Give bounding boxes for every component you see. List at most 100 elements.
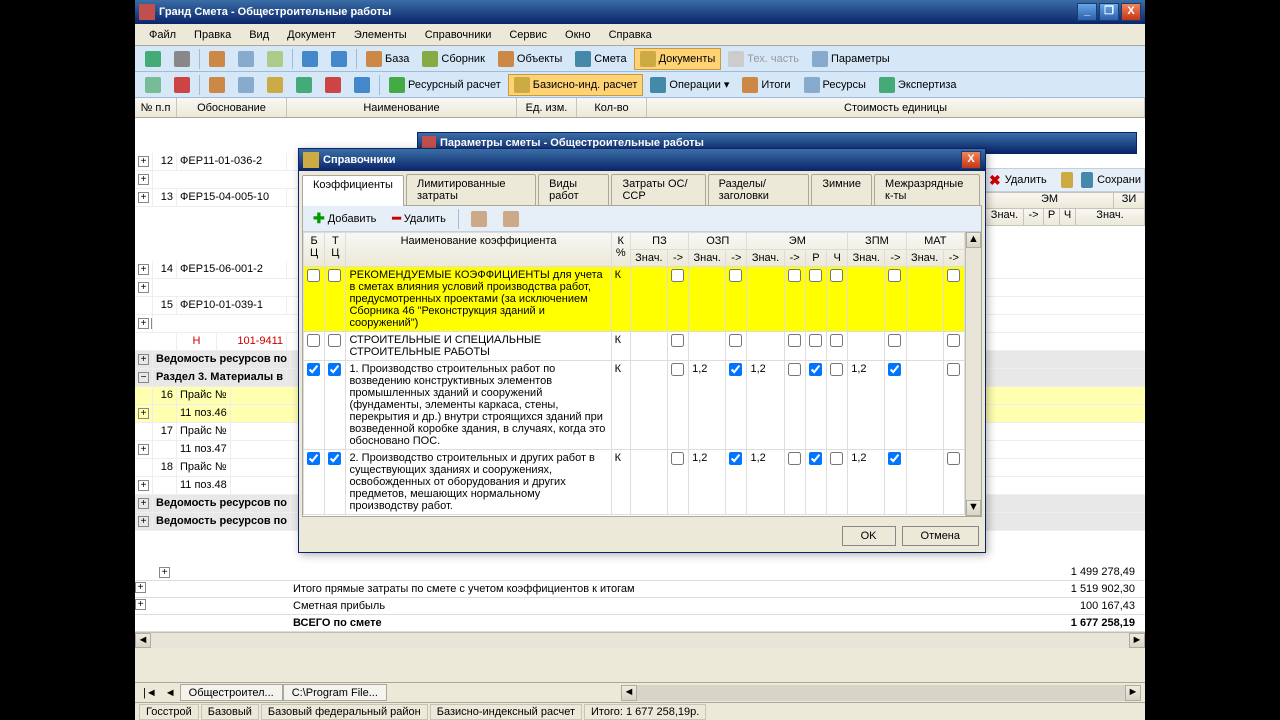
- menu-references[interactable]: Справочники: [417, 27, 500, 43]
- tb-tech[interactable]: Тех. часть: [722, 48, 805, 70]
- tab-razdely[interactable]: Разделы/заголовки: [708, 174, 810, 205]
- bottom-tab-1[interactable]: Общестроител...: [180, 684, 283, 701]
- modal-titlebar[interactable]: Справочники X: [299, 149, 985, 171]
- tb-objekty[interactable]: Объекты: [492, 48, 568, 70]
- minimize-button[interactable]: _: [1077, 3, 1097, 21]
- tab-limit[interactable]: Лимитированные затраты: [406, 174, 536, 205]
- tc-checkbox[interactable]: [328, 269, 341, 282]
- expand-icon[interactable]: +: [138, 156, 149, 167]
- tb-undo[interactable]: [296, 48, 324, 70]
- tb-bazisno[interactable]: Базисно-инд. расчет: [508, 74, 644, 96]
- coef-row[interactable]: СТРОИТЕЛЬНЫЕ И СПЕЦИАЛЬНЫЕ СТРОИТЕЛЬНЫЕ …: [304, 332, 965, 361]
- tab-mezhr[interactable]: Межразрядные к-ты: [874, 174, 980, 205]
- em-ch-checkbox[interactable]: [830, 363, 843, 376]
- scroll-up[interactable]: ▲: [966, 232, 981, 248]
- zpm-checkbox[interactable]: [888, 334, 901, 347]
- em-ch-checkbox[interactable]: [830, 269, 843, 282]
- tb-copy[interactable]: [232, 48, 260, 70]
- maximize-button[interactable]: ❐: [1099, 3, 1119, 21]
- menu-service[interactable]: Сервис: [501, 27, 555, 43]
- tb-resursnyy[interactable]: Ресурсный расчет: [383, 74, 507, 96]
- tb2-b[interactable]: [168, 74, 196, 96]
- menu-file[interactable]: Файл: [141, 27, 184, 43]
- em-ch-checkbox[interactable]: [830, 334, 843, 347]
- tb2-e[interactable]: [261, 74, 289, 96]
- tb-expert[interactable]: Экспертиза: [873, 74, 963, 96]
- hscroll-left[interactable]: ◄: [135, 633, 151, 648]
- zpm-checkbox[interactable]: [888, 363, 901, 376]
- expand-icon[interactable]: +: [138, 282, 149, 293]
- mat-checkbox[interactable]: [947, 334, 960, 347]
- tb2-a[interactable]: [139, 74, 167, 96]
- mat-checkbox[interactable]: [947, 452, 960, 465]
- pz-checkbox[interactable]: [671, 334, 684, 347]
- tc-checkbox[interactable]: [328, 334, 341, 347]
- hscroll-right[interactable]: ►: [1129, 633, 1145, 648]
- ozp-checkbox[interactable]: [729, 363, 742, 376]
- coef-row[interactable]: 2. Производство строительных и других ра…: [304, 450, 965, 515]
- hscroll2-left[interactable]: ◄: [621, 685, 637, 701]
- tb-docs[interactable]: Документы: [634, 48, 722, 70]
- close-button[interactable]: X: [1121, 3, 1141, 21]
- tab-zimnie[interactable]: Зимние: [811, 174, 872, 205]
- expand-icon[interactable]: +: [138, 444, 149, 455]
- paste-button[interactable]: [497, 209, 525, 229]
- tb2-f[interactable]: [290, 74, 318, 96]
- coef-row[interactable]: 1. Производство строительных работ по во…: [304, 361, 965, 450]
- em-checkbox[interactable]: [788, 363, 801, 376]
- zpm-checkbox[interactable]: [888, 452, 901, 465]
- expand-icon[interactable]: +: [138, 408, 149, 419]
- tb2-c[interactable]: [203, 74, 231, 96]
- tb-print[interactable]: [168, 48, 196, 70]
- bc-checkbox[interactable]: [307, 334, 320, 347]
- tc-checkbox[interactable]: [328, 363, 341, 376]
- expand-icon[interactable]: +: [138, 192, 149, 203]
- menu-help[interactable]: Справка: [601, 27, 660, 43]
- tab-koef[interactable]: Коэффициенты: [302, 175, 404, 206]
- tb2-d[interactable]: [232, 74, 260, 96]
- em-r-checkbox[interactable]: [809, 363, 822, 376]
- expand-icon[interactable]: +: [159, 567, 170, 578]
- menu-edit[interactable]: Правка: [186, 27, 239, 43]
- expand-icon[interactable]: +: [138, 480, 149, 491]
- tb-resursy[interactable]: Ресурсы: [798, 74, 872, 96]
- expand-icon[interactable]: +: [138, 174, 149, 185]
- rt-delete[interactable]: Удалить: [1005, 174, 1047, 186]
- tb2-h[interactable]: [348, 74, 376, 96]
- em-r-checkbox[interactable]: [809, 334, 822, 347]
- em-checkbox[interactable]: [788, 269, 801, 282]
- tab-nav-first[interactable]: |◄: [139, 687, 161, 699]
- bc-checkbox[interactable]: [307, 269, 320, 282]
- hscroll2-right[interactable]: ►: [1125, 685, 1141, 701]
- ozp-checkbox[interactable]: [729, 452, 742, 465]
- mat-checkbox[interactable]: [947, 363, 960, 376]
- em-ch-checkbox[interactable]: [830, 452, 843, 465]
- em-r-checkbox[interactable]: [809, 269, 822, 282]
- pz-checkbox[interactable]: [671, 452, 684, 465]
- zpm-checkbox[interactable]: [888, 269, 901, 282]
- coef-row[interactable]: РЕКОМЕНДУЕМЫЕ КОЭФФИЦИЕНТЫ для учета в с…: [304, 267, 965, 332]
- expand-icon[interactable]: +: [138, 264, 149, 275]
- em-checkbox[interactable]: [788, 452, 801, 465]
- delete-button[interactable]: ━Удалить: [386, 208, 451, 229]
- tb2-g[interactable]: [319, 74, 347, 96]
- mat-checkbox[interactable]: [947, 269, 960, 282]
- tab-zatraty[interactable]: Затраты ОС/ССР: [611, 174, 705, 205]
- tb-params[interactable]: Параметры: [806, 48, 896, 70]
- tc-checkbox[interactable]: [328, 452, 341, 465]
- modal-vscroll[interactable]: ▲ ▼: [965, 232, 981, 516]
- hscroll[interactable]: ◄ ►: [135, 632, 1145, 648]
- expand-icon[interactable]: +: [138, 354, 149, 365]
- refresh-icon[interactable]: [1061, 172, 1073, 188]
- collapse-icon[interactable]: −: [138, 372, 149, 383]
- pz-checkbox[interactable]: [671, 363, 684, 376]
- tb-cut[interactable]: [203, 48, 231, 70]
- em-checkbox[interactable]: [788, 334, 801, 347]
- tab-nav-prev[interactable]: ◄: [161, 687, 180, 699]
- bc-checkbox[interactable]: [307, 363, 320, 376]
- modal-close-button[interactable]: X: [961, 151, 981, 169]
- menu-window[interactable]: Окно: [557, 27, 599, 43]
- scroll-down[interactable]: ▼: [966, 500, 981, 516]
- expand-icon[interactable]: +: [135, 599, 146, 610]
- em-r-checkbox[interactable]: [809, 452, 822, 465]
